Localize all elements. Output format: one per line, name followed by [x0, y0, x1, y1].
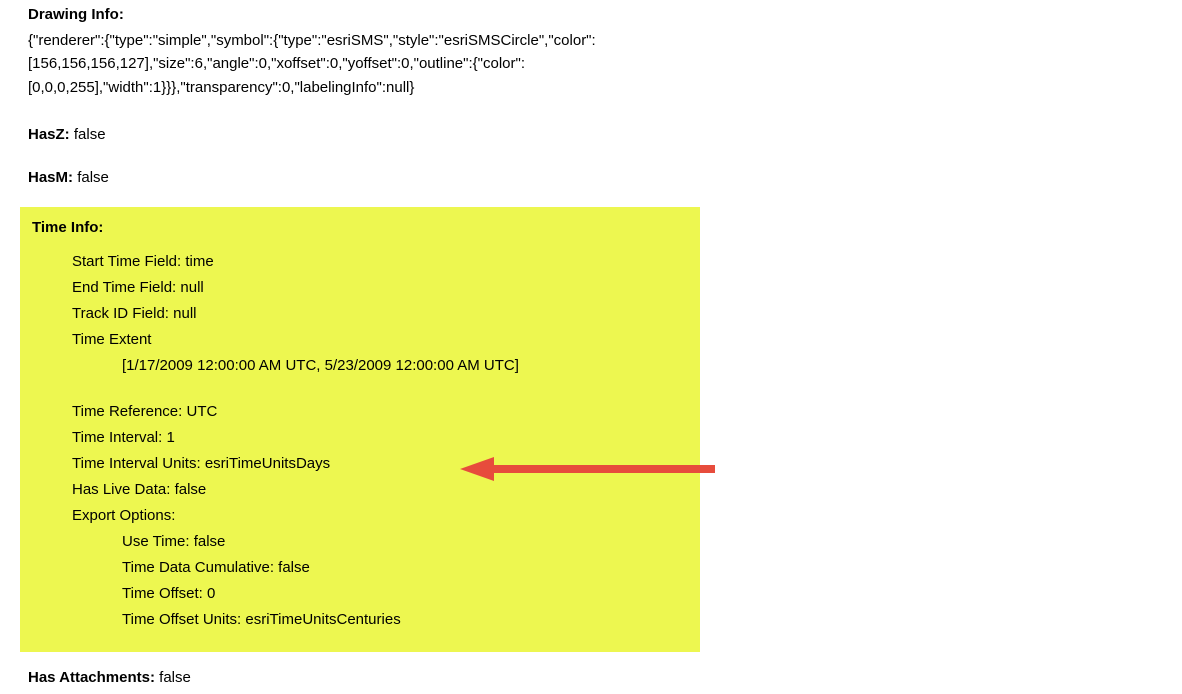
hasz-label: HasZ: — [28, 126, 70, 143]
track-id-field-label: Track ID Field: — [72, 305, 169, 322]
time-interval-units-row: Time Interval Units: esriTimeUnitsDays — [72, 452, 688, 476]
viewport: Drawing Info: {"renderer":{"type":"simpl… — [0, 0, 1182, 694]
has-attachments-label: Has Attachments: — [28, 669, 155, 686]
time-extent-label: Time Extent — [72, 328, 688, 352]
use-time-value: false — [194, 533, 226, 550]
document-content: Drawing Info: {"renderer":{"type":"simpl… — [0, 6, 1182, 694]
time-interval-label: Time Interval: — [72, 429, 162, 446]
document-scroll[interactable]: Drawing Info: {"renderer":{"type":"simpl… — [0, 0, 1182, 694]
start-time-field-value: time — [185, 253, 213, 270]
time-offset-units-row: Time Offset Units: esriTimeUnitsCenturie… — [122, 608, 688, 632]
time-offset-units-value: esriTimeUnitsCenturies — [245, 611, 400, 628]
track-id-field-row: Track ID Field: null — [72, 302, 688, 326]
has-live-data-value: false — [175, 481, 207, 498]
hasm-value: false — [77, 169, 109, 186]
time-offset-units-label: Time Offset Units: — [122, 611, 241, 628]
time-data-cumulative-value: false — [278, 559, 310, 576]
time-offset-value: 0 — [207, 585, 215, 602]
time-interval-value: 1 — [166, 429, 174, 446]
hasz-row: HasZ: false — [28, 123, 1162, 146]
time-info-heading: Time Info: — [32, 219, 688, 236]
has-attachments-row: Has Attachments: false — [28, 666, 1162, 689]
end-time-field-value: null — [180, 279, 203, 296]
hasm-row: HasM: false — [28, 166, 1162, 189]
drawing-info-heading: Drawing Info: — [28, 6, 1162, 23]
time-interval-row: Time Interval: 1 — [72, 426, 688, 450]
hasz-value: false — [74, 126, 106, 143]
time-info-highlight-box: Time Info: Start Time Field: time End Ti… — [20, 207, 700, 652]
time-data-cumulative-row: Time Data Cumulative: false — [122, 556, 688, 580]
start-time-field-row: Start Time Field: time — [72, 250, 688, 274]
time-interval-units-value: esriTimeUnitsDays — [205, 455, 330, 472]
start-time-field-label: Start Time Field: — [72, 253, 181, 270]
has-live-data-row: Has Live Data: false — [72, 478, 688, 502]
drawing-info-json: {"renderer":{"type":"simple","symbol":{"… — [28, 29, 888, 99]
time-offset-label: Time Offset: — [122, 585, 203, 602]
end-time-field-row: End Time Field: null — [72, 276, 688, 300]
time-reference-row: Time Reference: UTC — [72, 400, 688, 424]
time-reference-value: UTC — [187, 403, 218, 420]
end-time-field-label: End Time Field: — [72, 279, 176, 296]
time-reference-label: Time Reference: — [72, 403, 182, 420]
has-live-data-label: Has Live Data: — [72, 481, 170, 498]
use-time-label: Use Time: — [122, 533, 190, 550]
track-id-field-value: null — [173, 305, 196, 322]
hasm-label: HasM: — [28, 169, 73, 186]
export-options-label: Export Options: — [72, 504, 688, 528]
use-time-row: Use Time: false — [122, 530, 688, 554]
has-attachments-value: false — [159, 669, 191, 686]
time-data-cumulative-label: Time Data Cumulative: — [122, 559, 274, 576]
time-interval-units-label: Time Interval Units: — [72, 455, 201, 472]
time-extent-value: [1/17/2009 12:00:00 AM UTC, 5/23/2009 12… — [122, 354, 688, 378]
time-offset-row: Time Offset: 0 — [122, 582, 688, 606]
